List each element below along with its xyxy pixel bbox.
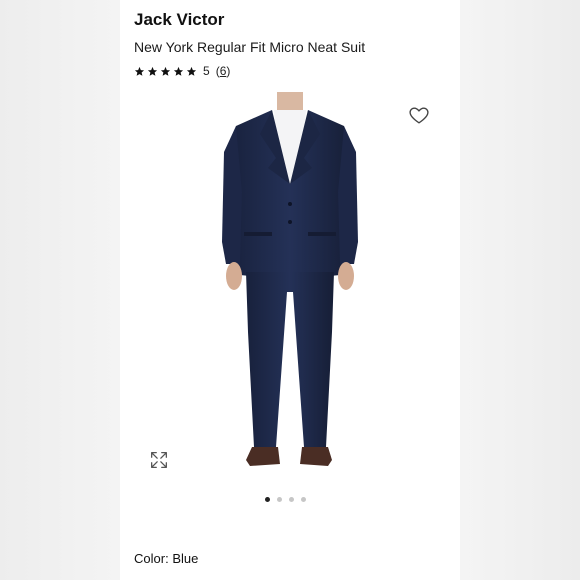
- carousel-dot[interactable]: [289, 497, 294, 502]
- expand-icon[interactable]: [148, 449, 170, 471]
- right-backdrop: [460, 0, 580, 580]
- product-image[interactable]: [180, 92, 440, 487]
- color-label: Color:: [134, 551, 169, 566]
- left-backdrop: [0, 0, 120, 580]
- carousel-dot[interactable]: [265, 497, 270, 502]
- brand-name[interactable]: Jack Victor: [134, 10, 224, 30]
- carousel-indicator: [265, 497, 306, 502]
- rating-summary[interactable]: 5 (6): [134, 64, 230, 78]
- star-icon: [160, 66, 171, 76]
- star-icon: [186, 66, 197, 76]
- review-count[interactable]: 6: [220, 64, 227, 78]
- color-value: Blue: [172, 551, 199, 566]
- product-card: Jack Victor New York Regular Fit Micro N…: [120, 0, 460, 580]
- star-icon: [173, 66, 184, 76]
- star-icon: [134, 66, 145, 76]
- review-count-link[interactable]: (6): [216, 64, 231, 78]
- rating-value: 5: [203, 64, 210, 78]
- color-selection: Color: Blue: [134, 551, 198, 566]
- carousel-dot[interactable]: [277, 497, 282, 502]
- carousel-dot[interactable]: [301, 497, 306, 502]
- product-title: New York Regular Fit Micro Neat Suit: [134, 39, 366, 55]
- star-icon: [147, 66, 158, 76]
- star-rating: [134, 66, 197, 77]
